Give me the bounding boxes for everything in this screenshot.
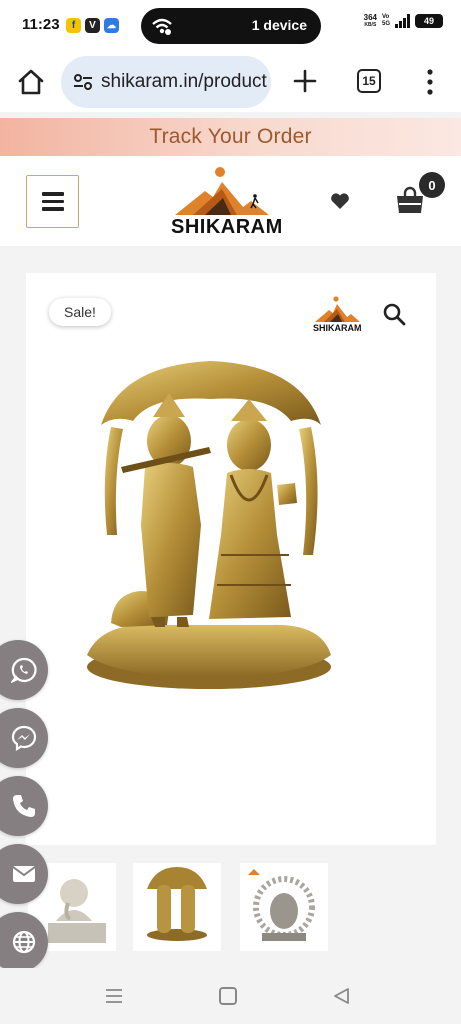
thumbnail-ganesha-ring[interactable] xyxy=(240,863,328,951)
mountain-logo-icon xyxy=(175,167,269,215)
hotspot-text: 1 device xyxy=(251,17,307,33)
logo-text: SHIKARAM xyxy=(171,216,283,238)
flipkart-icon: f xyxy=(66,18,81,33)
url-text: shikaram.in/product xyxy=(101,71,267,92)
heart-icon[interactable] xyxy=(330,192,350,210)
network-type: Vo 5G xyxy=(382,14,390,28)
product-image-gallery[interactable]: Sale! SHIKARAM xyxy=(26,273,436,845)
signal-icon xyxy=(395,14,410,28)
more-options-icon[interactable] xyxy=(422,68,438,96)
site-header: SHIKARAM xyxy=(0,156,461,246)
globe-icon xyxy=(12,930,36,954)
hotspot-icon xyxy=(152,18,172,35)
thumbnail-radha-krishna[interactable] xyxy=(133,863,221,951)
cart-count-badge: 0 xyxy=(419,172,445,198)
menu-line xyxy=(41,192,64,196)
radha-krishna-statue-image xyxy=(87,361,331,689)
tab-count: 15 xyxy=(362,74,376,88)
hotspot-pill[interactable]: 1 device xyxy=(141,8,321,44)
battery-level: 49 xyxy=(423,16,434,26)
5g-label: 5G xyxy=(381,21,390,27)
status-time: 11:23 xyxy=(22,16,60,33)
browser-toolbar: shikaram.in/product 15 xyxy=(0,52,461,112)
battery-icon: 49 xyxy=(415,14,443,28)
search-icon[interactable] xyxy=(382,302,406,326)
mail-icon xyxy=(12,866,36,882)
tab-switcher-button[interactable]: 15 xyxy=(357,69,381,93)
phone-icon xyxy=(13,795,35,817)
site-settings-icon[interactable] xyxy=(73,73,93,91)
radha-krishna-thumbnail-image xyxy=(147,867,207,941)
menu-line xyxy=(41,207,64,211)
speed-value: 364 xyxy=(363,13,377,22)
network-speed: 364 KB/S xyxy=(363,13,377,29)
status-indicators: 364 KB/S Vo 5G 49 xyxy=(364,14,443,28)
home-icon[interactable] xyxy=(15,66,47,98)
new-tab-icon[interactable] xyxy=(292,68,318,94)
watermark-logo: SHIKARAM xyxy=(313,295,362,333)
sale-badge: Sale! xyxy=(49,298,111,326)
recent-apps-icon[interactable] xyxy=(105,988,123,1004)
status-app-icons: f V ☁ xyxy=(66,18,119,33)
back-icon[interactable] xyxy=(332,987,350,1005)
site-logo[interactable]: SHIKARAM xyxy=(171,165,283,239)
address-bar[interactable]: shikaram.in/product xyxy=(61,56,271,108)
track-order-banner[interactable]: Track Your Order xyxy=(0,118,461,156)
whatsapp-icon xyxy=(11,657,37,683)
menu-line xyxy=(41,199,64,204)
volte-label: Vo xyxy=(381,14,390,20)
watermark-text: SHIKARAM xyxy=(313,323,362,333)
mountain-logo-icon xyxy=(315,296,360,322)
cloud-app-icon: ☁ xyxy=(104,18,119,33)
speed-unit: KB/S xyxy=(364,22,377,28)
status-bar: 11:23 f V ☁ 1 device 364 KB/S Vo 5G 49 xyxy=(0,0,461,52)
v-app-icon: V xyxy=(85,18,100,33)
system-navigation-bar xyxy=(0,968,461,1024)
hamburger-menu-button[interactable] xyxy=(26,175,79,228)
ganesha-ring-thumbnail-image xyxy=(248,869,315,941)
messenger-icon xyxy=(11,725,37,751)
home-nav-icon[interactable] xyxy=(219,987,237,1005)
